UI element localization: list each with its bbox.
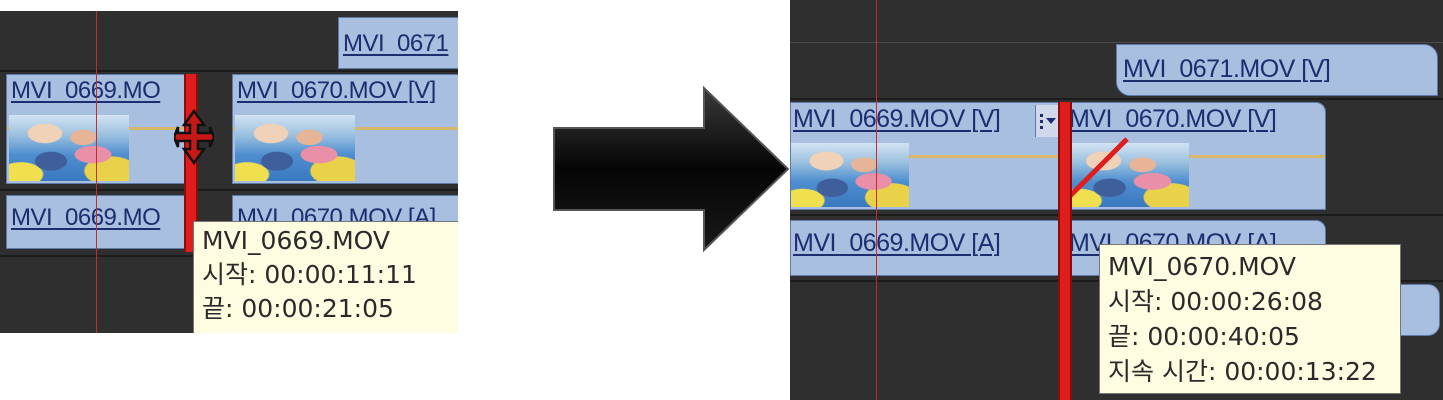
transition-slope-icon (1067, 137, 1129, 203)
track-divider (790, 42, 1443, 43)
clip-label: MVI_0670.MOV [V] (237, 77, 436, 104)
clip-menu-dropdown-icon[interactable] (1035, 105, 1058, 137)
clip-label: MVI_0669.MO (11, 204, 161, 231)
track-divider (790, 214, 1443, 216)
clip-mvi-0669-video[interactable]: MVI_0669.MOV [V] (790, 102, 1062, 210)
timeline-after: MVI_0671.MOV [V] MVI_0669.MOV [V] MVI_06… (790, 0, 1443, 400)
track-divider (0, 189, 458, 191)
tooltip-end: 끝: 00:00:21:05 (202, 294, 394, 323)
clip-mvi-0671-video[interactable]: MVI_0671.MOV [V] (1116, 44, 1438, 96)
clip-label: MVI_0669.MO (11, 77, 161, 104)
tooltip-duration: 지속 시간: 00:00:13:22 (1108, 357, 1377, 386)
clip-thumbnail (9, 115, 129, 181)
clip-mvi-0671[interactable]: MVI_0671 (338, 17, 458, 69)
clip-label: MVI_0671.MOV [V] (1123, 55, 1331, 83)
clip-mvi-0669-audio[interactable]: MVI_0669.MOV [A] (790, 220, 1062, 276)
tooltip-clip-name: MVI_0670.MOV (1108, 252, 1297, 281)
tooltip-clip-name: MVI_0669.MOV (202, 226, 391, 255)
clip-mvi-0669-audio[interactable]: MVI_0669.MO (6, 195, 190, 249)
timeline-before: MVI_0671 MVI_0669.MO MVI_0670.MOV [V] MV… (0, 11, 458, 333)
before-after-illustration: MVI_0671 MVI_0669.MO MVI_0670.MOV [V] MV… (0, 0, 1443, 400)
clip-label: MVI_0671 (343, 30, 449, 57)
clip-tooltip: MVI_0669.MOV 시작: 00:00:11:11 끝: 00:00:21… (193, 221, 458, 333)
trim-cursor-icon (174, 109, 214, 165)
track-divider (0, 70, 458, 72)
clip-mvi-0669-video[interactable]: MVI_0669.MO (6, 74, 190, 184)
clip-mvi-0670-video[interactable]: MVI_0670.MOV [V] (1066, 102, 1326, 210)
clip-label: MVI_0669.MOV [A] (793, 229, 1001, 257)
clip-label: MVI_0669.MOV [V] (793, 105, 1001, 133)
tooltip-start: 시작: 00:00:26:08 (1108, 287, 1323, 316)
clip-mvi-0670-video[interactable]: MVI_0670.MOV [V] (232, 74, 458, 184)
tooltip-start: 시작: 00:00:11:11 (202, 260, 417, 289)
playhead[interactable] (876, 0, 877, 400)
right-arrow-icon (553, 86, 790, 252)
clip-thumbnail (235, 115, 355, 181)
tooltip-end: 끝: 00:00:40:05 (1108, 322, 1300, 351)
track-divider (790, 98, 1443, 100)
clip-thumbnail (791, 143, 909, 207)
clip-tooltip: MVI_0670.MOV 시작: 00:00:26:08 끝: 00:00:40… (1099, 244, 1401, 394)
clip-label: MVI_0670.MOV [V] (1069, 105, 1277, 133)
playhead[interactable] (96, 11, 97, 333)
edit-point-marker[interactable] (1058, 102, 1072, 400)
